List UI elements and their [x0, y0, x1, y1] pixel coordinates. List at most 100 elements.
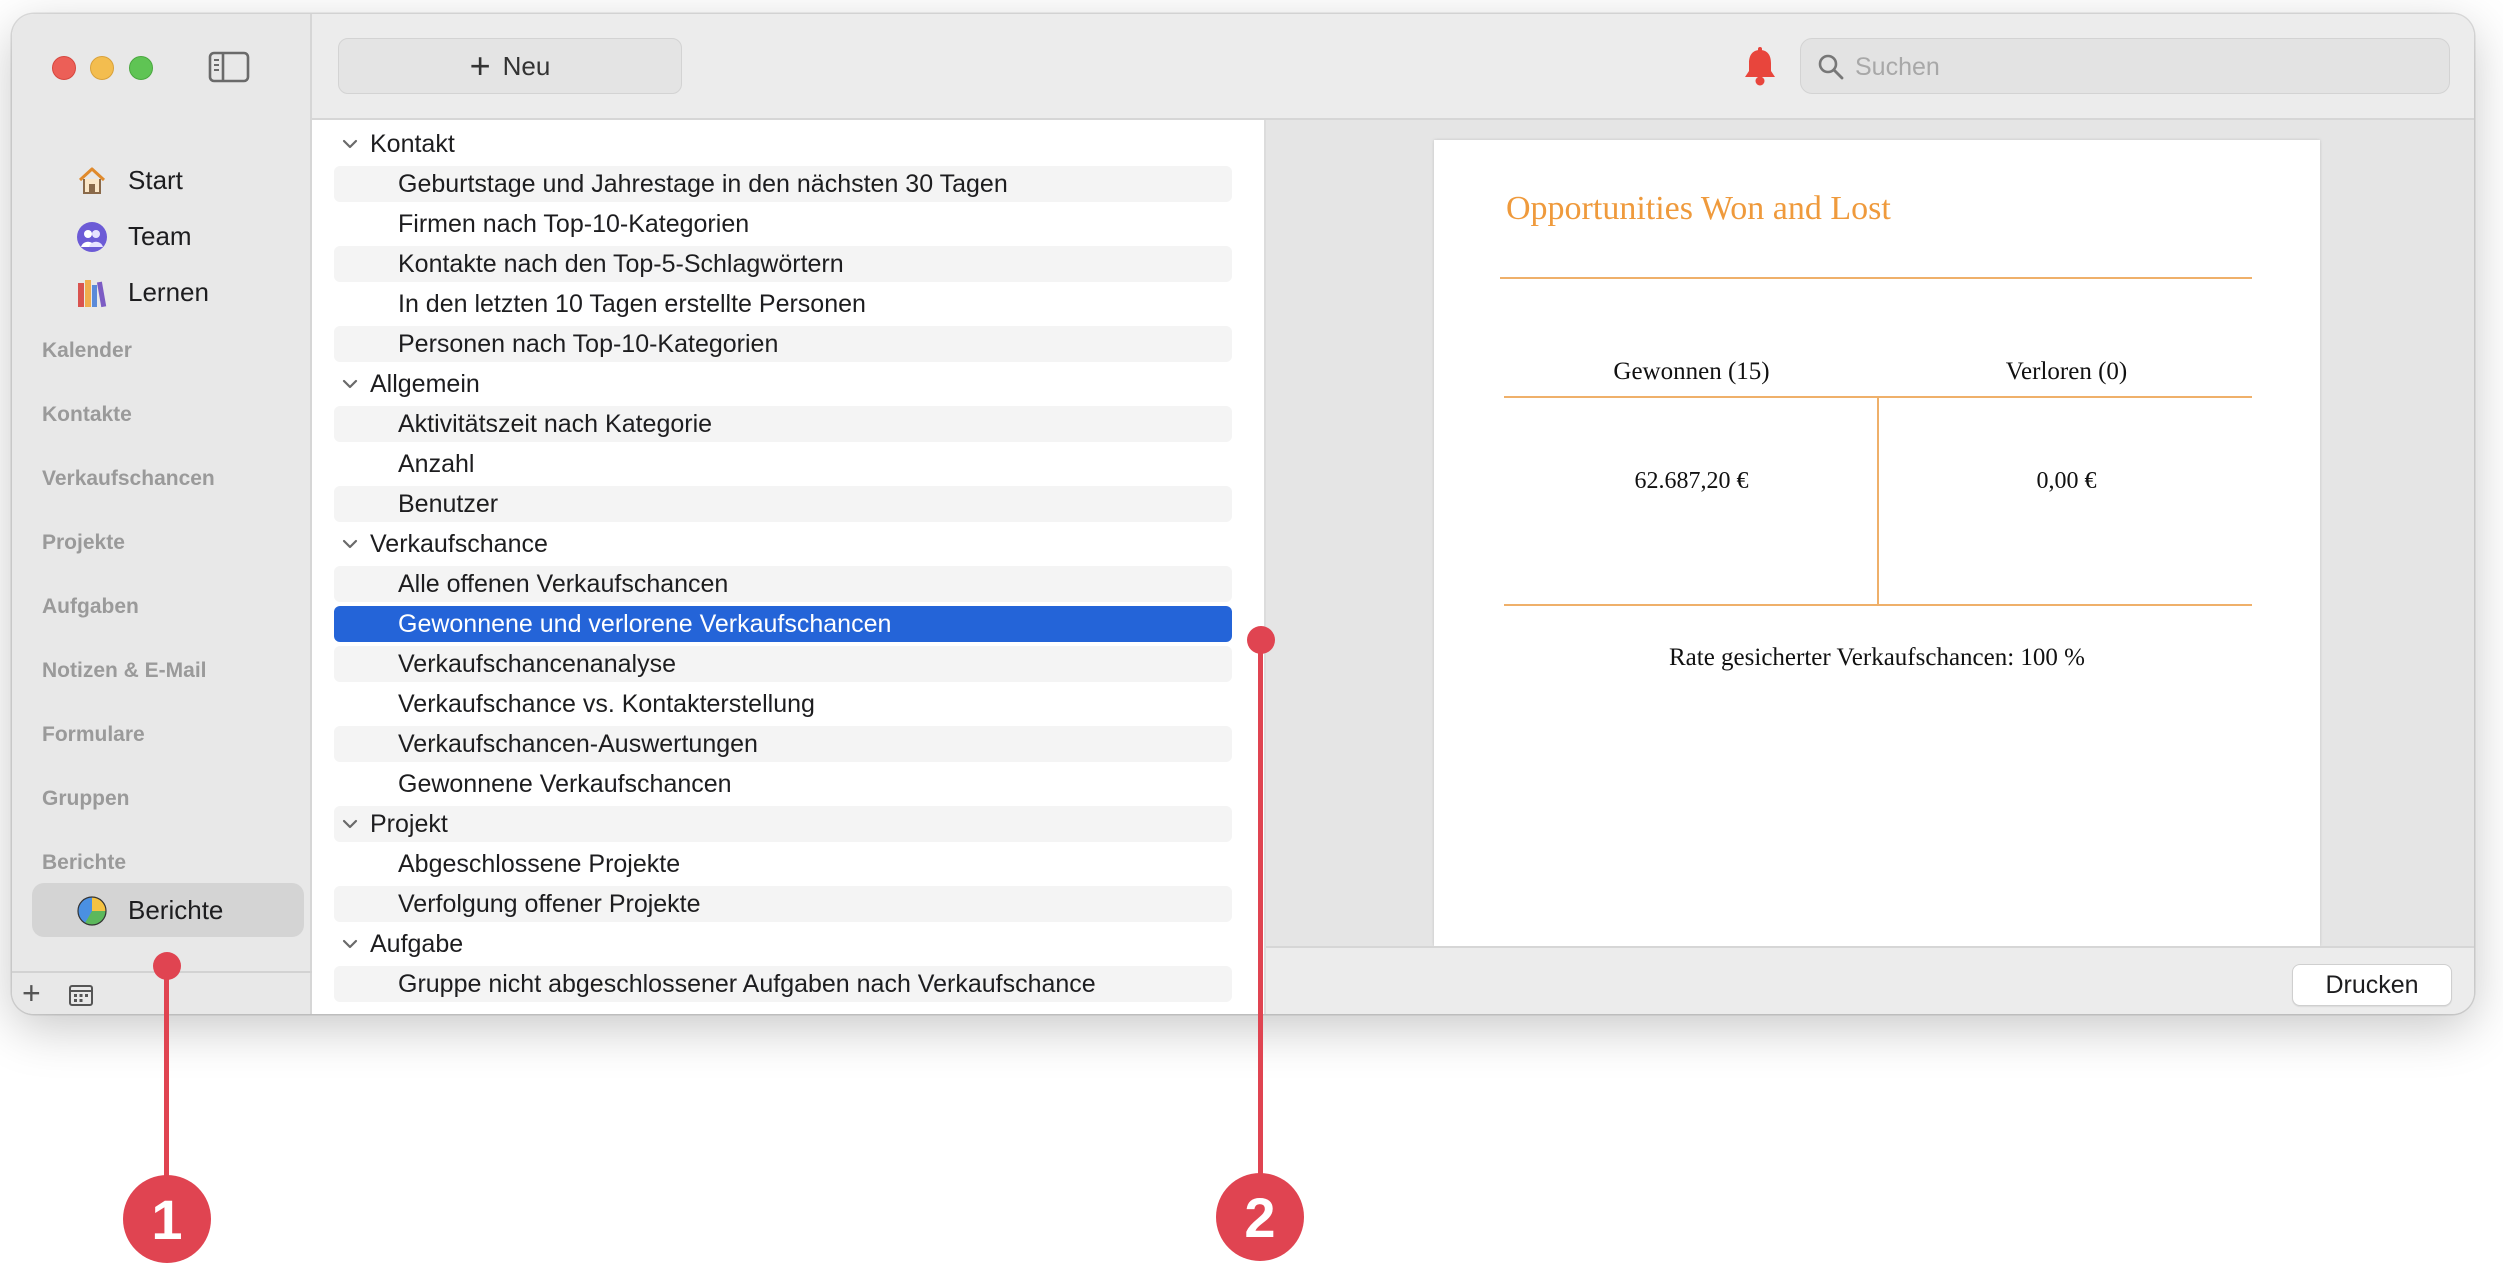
search-field[interactable]	[1800, 38, 2450, 94]
chevron-down-icon[interactable]	[340, 134, 360, 154]
sidebar-item-label: Start	[128, 164, 183, 195]
print-button[interactable]: Drucken	[2292, 964, 2452, 1006]
report-row[interactable]: Aktivitätszeit nach Kategorie	[334, 406, 1232, 442]
report-row-label: Kontakt	[370, 129, 455, 158]
callout-2-line	[1258, 640, 1263, 1176]
toolbar: + Neu	[312, 14, 2474, 120]
sidebar-section-kalender[interactable]: Kalender	[42, 339, 132, 363]
report-row[interactable]: Verfolgung offener Projekte	[334, 886, 1232, 922]
report-group-row[interactable]: Allgemein	[334, 366, 1232, 402]
report-row-label: In den letzten 10 Tagen erstellte Person…	[398, 289, 866, 318]
chevron-down-icon[interactable]	[340, 934, 360, 954]
report-row-label: Geburtstage und Jahrestage in den nächst…	[398, 169, 1008, 198]
lost-header: Verloren (0)	[2005, 358, 2128, 385]
chevron-down-icon[interactable]	[340, 374, 360, 394]
report-row-label: Projekt	[370, 809, 448, 838]
report-row[interactable]: Alle offenen Verkaufschancen	[334, 566, 1232, 602]
sidebar-section-kontakte[interactable]: Kontakte	[42, 403, 132, 427]
report-row-label: Verkaufschancenanalyse	[398, 649, 676, 678]
report-row[interactable]: In den letzten 10 Tagen erstellte Person…	[334, 286, 1232, 322]
sidebar-section-formulare[interactable]: Formulare	[42, 723, 145, 747]
report-row[interactable]: Kontakte nach den Top-5-Schlagwörtern	[334, 246, 1232, 282]
add-button[interactable]: +	[22, 975, 41, 1011]
preview-footer: Drucken	[1266, 946, 2474, 1014]
report-row-label: Abgeschlossene Projekte	[398, 849, 681, 878]
home-icon	[78, 167, 106, 194]
sidebar-item-start[interactable]: Start	[32, 153, 304, 207]
report-row-label: Firmen nach Top-10-Kategorien	[398, 209, 750, 238]
report-row[interactable]: Gruppe nicht abgeschlossener Aufgaben na…	[334, 966, 1232, 1002]
report-row-label: Gruppe nicht abgeschlossener Aufgaben na…	[398, 969, 1096, 998]
won-header: Gewonnen (15)	[1613, 358, 1770, 385]
report-row-label: Verkaufschancen-Auswertungen	[398, 729, 758, 758]
report-row[interactable]: Verkaufschancen-Auswertungen	[334, 726, 1232, 762]
report-row[interactable]: Firmen nach Top-10-Kategorien	[334, 206, 1232, 242]
books-icon	[78, 280, 107, 308]
sidebar-section-verkaufschancen[interactable]: Verkaufschancen	[42, 467, 215, 491]
plus-icon: +	[469, 45, 491, 86]
report-row[interactable]: Verkaufschancenanalyse	[334, 646, 1232, 682]
chevron-down-icon[interactable]	[340, 814, 360, 834]
report-row[interactable]: Gewonnene Verkaufschancen	[334, 766, 1232, 802]
sidebar-item-team[interactable]: Team	[32, 209, 304, 263]
report-row[interactable]: Abgeschlossene Projekte	[334, 846, 1232, 882]
zoom-window-button[interactable]	[129, 56, 153, 80]
callout-1-line	[164, 966, 169, 1176]
sidebar-item-label: Lernen	[128, 276, 209, 307]
callout-1-dot	[153, 952, 181, 980]
sidebar: Start Team Lernen Kalender Kontakte Verk…	[12, 14, 312, 1014]
report-title: Opportunities Won and Lost	[1506, 190, 1891, 227]
notification-bell-icon[interactable]	[1740, 46, 1780, 88]
sidebar-item-berichte[interactable]: Berichte	[32, 883, 304, 937]
report-row-label: Aktivitätszeit nach Kategorie	[398, 409, 713, 438]
table-column-divider	[1877, 396, 1879, 606]
chevron-down-icon[interactable]	[340, 534, 360, 554]
report-row-label: Kontakte nach den Top-5-Schlagwörtern	[398, 249, 844, 278]
report-row[interactable]: Gewonnene und verlorene Verkaufschancen	[334, 606, 1232, 642]
report-group-row[interactable]: Projekt	[334, 806, 1232, 842]
sidebar-section-projekte[interactable]: Projekte	[42, 531, 125, 555]
search-icon	[1818, 54, 1844, 80]
report-list: Kontakt Geburtstage und Jahrestage in den…	[312, 120, 1266, 1014]
report-row[interactable]: Benutzer	[334, 486, 1232, 522]
sidebar-item-label: Berichte	[128, 894, 224, 925]
report-row-label: Verkaufschance vs. Kontakterstellung	[398, 689, 815, 718]
report-row-label: Gewonnene Verkaufschancen	[398, 769, 732, 798]
report-preview: Opportunities Won and Lost Gewonnen (15)…	[1266, 120, 2474, 1014]
report-row-label: Benutzer	[398, 489, 499, 518]
callout-1-badge: 1	[123, 1175, 211, 1263]
sidebar-item-lernen[interactable]: Lernen	[32, 265, 304, 319]
minimize-window-button[interactable]	[90, 56, 114, 80]
report-row-label: Allgemein	[370, 369, 480, 398]
report-row-label: Verkaufschance	[370, 529, 548, 558]
report-group-row[interactable]: Kontakt	[334, 126, 1232, 162]
callout-2-badge: 2	[1216, 1173, 1304, 1261]
report-row[interactable]: Geburtstage und Jahrestage in den nächst…	[334, 166, 1232, 202]
sidebar-item-label: Team	[128, 220, 192, 251]
close-window-button[interactable]	[52, 56, 76, 80]
report-row[interactable]: Anzahl	[334, 446, 1232, 482]
report-row-label: Gewonnene und verlorene Verkaufschancen	[398, 609, 892, 638]
report-row[interactable]: Verkaufschance vs. Kontakterstellung	[334, 686, 1232, 722]
lost-value: 0,00 €	[2036, 468, 2097, 494]
table-bottom-rule	[1504, 604, 2252, 606]
report-group-row[interactable]: Verkaufschance	[334, 526, 1232, 562]
search-input[interactable]	[1855, 47, 2435, 87]
sidebar-section-berichte[interactable]: Berichte	[42, 851, 126, 875]
sidebar-toggle-icon[interactable]	[208, 50, 250, 84]
report-row[interactable]: Personen nach Top-10-Kategorien	[334, 326, 1232, 362]
new-button[interactable]: + Neu	[338, 38, 682, 94]
won-value: 62.687,20 €	[1634, 468, 1749, 494]
report-row-label: Personen nach Top-10-Kategorien	[398, 329, 779, 358]
sidebar-section-aufgaben[interactable]: Aufgaben	[42, 595, 139, 619]
report-row-label: Anzahl	[398, 449, 475, 478]
title-divider	[1500, 277, 2252, 279]
pie-chart-icon	[77, 896, 107, 926]
report-group-row[interactable]: Aufgabe	[334, 926, 1232, 962]
sidebar-section-notizen[interactable]: Notizen & E-Mail	[42, 659, 207, 683]
sidebar-section-gruppen[interactable]: Gruppen	[42, 787, 130, 811]
win-rate: Rate gesicherter Verkaufschancen: 100 %	[1668, 644, 2086, 671]
app-window: Start Team Lernen Kalender Kontakte Verk…	[12, 14, 2474, 1014]
calendar-view-icon[interactable]	[68, 983, 94, 1007]
team-icon	[77, 222, 107, 252]
